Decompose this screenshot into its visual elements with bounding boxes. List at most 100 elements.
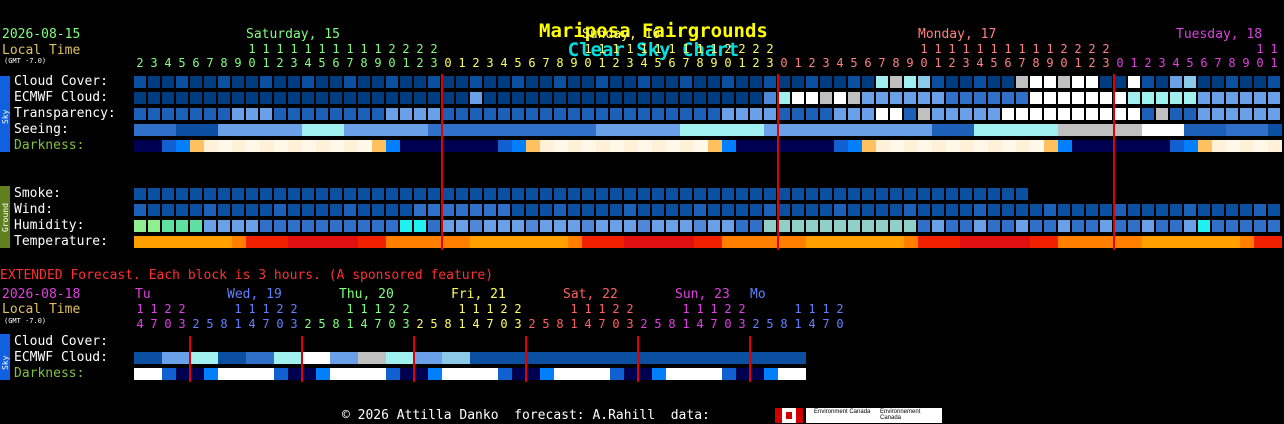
ext-darkness-cell	[736, 368, 750, 380]
ext-ecmwf-cell	[190, 352, 204, 364]
ext-ecmwf-cell	[624, 352, 638, 364]
ext-darkness-cell	[176, 368, 190, 380]
ext-darkness-cell	[260, 368, 274, 380]
ext-darkness-cell	[274, 368, 288, 380]
ext-darkness-cell	[162, 368, 176, 380]
ext-darkness-cell	[540, 368, 554, 380]
ext-ecmwf-cell	[414, 352, 428, 364]
ext-ecmwf-cell	[148, 352, 162, 364]
ext-midnight-line	[637, 336, 639, 382]
ext-darkness-cell	[554, 368, 568, 380]
ext-midnight-line	[189, 336, 191, 382]
logo-text-2: Environnement Canada	[880, 409, 921, 421]
ext-darkness-cell	[218, 368, 232, 380]
ext-midnight-line	[301, 336, 303, 382]
ext-ecmwf-cell	[260, 352, 274, 364]
ext-ecmwf-cell	[638, 352, 652, 364]
ext-ecmwf-cell	[666, 352, 680, 364]
ext-ecmwf-cell	[372, 352, 386, 364]
ext-darkness-cell	[400, 368, 414, 380]
ext-darkness-cell	[484, 368, 498, 380]
ext-darkness-cell	[750, 368, 764, 380]
ext-ecmwf-cell	[218, 352, 232, 364]
footer-credits: © 2026 Attilla Danko forecast: A.Rahill …	[342, 408, 710, 423]
ext-ecmwf-cell	[750, 352, 764, 364]
ext-ecmwf-cell	[708, 352, 722, 364]
ext-ecmwf-cell	[722, 352, 736, 364]
ext-darkness-cell	[302, 368, 316, 380]
ext-darkness-cell	[288, 368, 302, 380]
ext-ecmwf-cell	[162, 352, 176, 364]
extended-forecast-grid	[0, 0, 1284, 424]
ext-darkness-cell	[232, 368, 246, 380]
ext-darkness-cell	[624, 368, 638, 380]
ext-darkness-cell	[680, 368, 694, 380]
ext-ecmwf-cell	[736, 352, 750, 364]
ext-darkness-cell	[344, 368, 358, 380]
ext-ecmwf-cell	[288, 352, 302, 364]
ext-ecmwf-cell	[694, 352, 708, 364]
ext-ecmwf-cell	[344, 352, 358, 364]
ext-ecmwf-cell	[764, 352, 778, 364]
ext-darkness-cell	[134, 368, 148, 380]
ext-ecmwf-cell	[428, 352, 442, 364]
ext-ecmwf-cell	[134, 352, 148, 364]
ext-darkness-cell	[190, 368, 204, 380]
ext-darkness-cell	[596, 368, 610, 380]
ext-darkness-cell	[148, 368, 162, 380]
ext-darkness-cell	[666, 368, 680, 380]
ext-ecmwf-cell	[470, 352, 484, 364]
ext-midnight-line	[749, 336, 751, 382]
ext-darkness-cell	[722, 368, 736, 380]
ext-ecmwf-cell	[176, 352, 190, 364]
canada-flag-icon	[775, 408, 803, 423]
ext-ecmwf-cell	[232, 352, 246, 364]
ext-ecmwf-cell	[498, 352, 512, 364]
ext-darkness-cell	[456, 368, 470, 380]
ext-darkness-cell	[442, 368, 456, 380]
ext-darkness-cell	[428, 368, 442, 380]
logo-text-1: Environment Canada	[814, 409, 871, 415]
ext-ecmwf-cell	[596, 352, 610, 364]
ext-darkness-cell	[204, 368, 218, 380]
ext-ecmwf-cell	[358, 352, 372, 364]
ext-ecmwf-cell	[680, 352, 694, 364]
ext-darkness-cell	[652, 368, 666, 380]
ext-ecmwf-cell	[274, 352, 288, 364]
ext-darkness-cell	[526, 368, 540, 380]
ext-darkness-cell	[414, 368, 428, 380]
ext-darkness-cell	[764, 368, 778, 380]
ext-darkness-cell	[568, 368, 582, 380]
ext-darkness-cell	[694, 368, 708, 380]
ext-ecmwf-cell	[456, 352, 470, 364]
ext-darkness-cell	[498, 368, 512, 380]
ext-ecmwf-cell	[554, 352, 568, 364]
ext-darkness-cell	[358, 368, 372, 380]
ext-darkness-cell	[778, 368, 792, 380]
ext-darkness-cell	[638, 368, 652, 380]
ext-ecmwf-cell	[512, 352, 526, 364]
ext-darkness-cell	[246, 368, 260, 380]
ext-darkness-cell	[470, 368, 484, 380]
ext-ecmwf-cell	[610, 352, 624, 364]
ext-ecmwf-cell	[386, 352, 400, 364]
ext-ecmwf-cell	[246, 352, 260, 364]
ext-ecmwf-cell	[582, 352, 596, 364]
ext-midnight-line	[525, 336, 527, 382]
ext-darkness-cell	[372, 368, 386, 380]
ext-midnight-line	[413, 336, 415, 382]
ext-ecmwf-cell	[204, 352, 218, 364]
ext-ecmwf-cell	[316, 352, 330, 364]
ext-ecmwf-cell	[400, 352, 414, 364]
ext-ecmwf-cell	[792, 352, 806, 364]
ext-ecmwf-cell	[442, 352, 456, 364]
ext-ecmwf-cell	[330, 352, 344, 364]
ext-darkness-cell	[792, 368, 806, 380]
ext-ecmwf-cell	[778, 352, 792, 364]
ext-ecmwf-cell	[652, 352, 666, 364]
ext-ecmwf-cell	[568, 352, 582, 364]
ext-darkness-cell	[708, 368, 722, 380]
ext-ecmwf-cell	[540, 352, 554, 364]
ext-darkness-cell	[386, 368, 400, 380]
ext-darkness-cell	[330, 368, 344, 380]
